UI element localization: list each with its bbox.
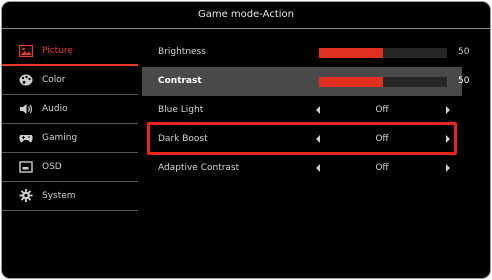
speaker-icon [20, 104, 33, 114]
sidebar-item-osd[interactable]: OSD [2, 153, 138, 182]
setting-value: Off [375, 134, 389, 144]
picture-icon [19, 45, 33, 57]
sidebar-item-label: Audio [42, 104, 68, 114]
osd-title: Game mode-Action [2, 2, 490, 29]
arrow-right-icon[interactable] [446, 106, 450, 114]
arrow-right-icon[interactable] [446, 164, 450, 172]
gamepad-icon [19, 135, 33, 143]
sidebar-item-system[interactable]: System [2, 182, 138, 211]
settings-panel: Brightness 50 Contrast 50 Blue Light Off… [142, 38, 469, 183]
sidebar-item-color[interactable]: Color [2, 66, 138, 95]
setting-label: Brightness [158, 47, 206, 57]
setting-label: Blue Light [158, 105, 204, 115]
setting-row-contrast[interactable]: Contrast 50 [142, 67, 469, 96]
setting-row-brightness[interactable]: Brightness 50 [142, 38, 469, 67]
sidebar-item-gaming[interactable]: Gaming [2, 124, 138, 153]
setting-value: Off [375, 163, 389, 173]
sidebar-item-label: Color [42, 75, 66, 85]
monitor-icon [19, 161, 33, 173]
sidebar-item-label: Gaming [42, 133, 78, 143]
arrow-left-icon[interactable] [316, 164, 320, 172]
arrow-right-icon[interactable] [446, 135, 450, 143]
setting-value: 50 [458, 47, 470, 57]
arrow-left-icon[interactable] [316, 135, 320, 143]
setting-row-dark-boost[interactable]: Dark Boost Off [142, 122, 462, 155]
sidebar: Picture Color Audio Gaming OSD System [2, 37, 138, 211]
brightness-slider[interactable] [319, 48, 447, 58]
setting-label: Dark Boost [158, 134, 208, 144]
sidebar-item-label: System [42, 191, 76, 201]
contrast-slider[interactable] [319, 77, 447, 87]
arrow-left-icon[interactable] [316, 106, 320, 114]
gear-icon [19, 189, 33, 202]
setting-row-adaptive-contrast[interactable]: Adaptive Contrast Off [142, 154, 462, 183]
sidebar-item-label: OSD [42, 162, 62, 172]
sidebar-item-picture[interactable]: Picture [2, 37, 138, 66]
slider-fill [319, 77, 383, 87]
setting-value: 50 [458, 76, 470, 86]
osd-window: Game mode-Action Picture Color Audio Gam… [1, 1, 491, 279]
sidebar-item-label: Picture [42, 46, 73, 56]
setting-value: Off [375, 105, 389, 115]
setting-label: Adaptive Contrast [158, 163, 240, 173]
slider-fill [319, 48, 383, 58]
sidebar-item-audio[interactable]: Audio [2, 95, 138, 124]
palette-icon [19, 74, 33, 86]
setting-label: Contrast [158, 76, 202, 86]
setting-row-blue-light[interactable]: Blue Light Off [142, 96, 462, 125]
